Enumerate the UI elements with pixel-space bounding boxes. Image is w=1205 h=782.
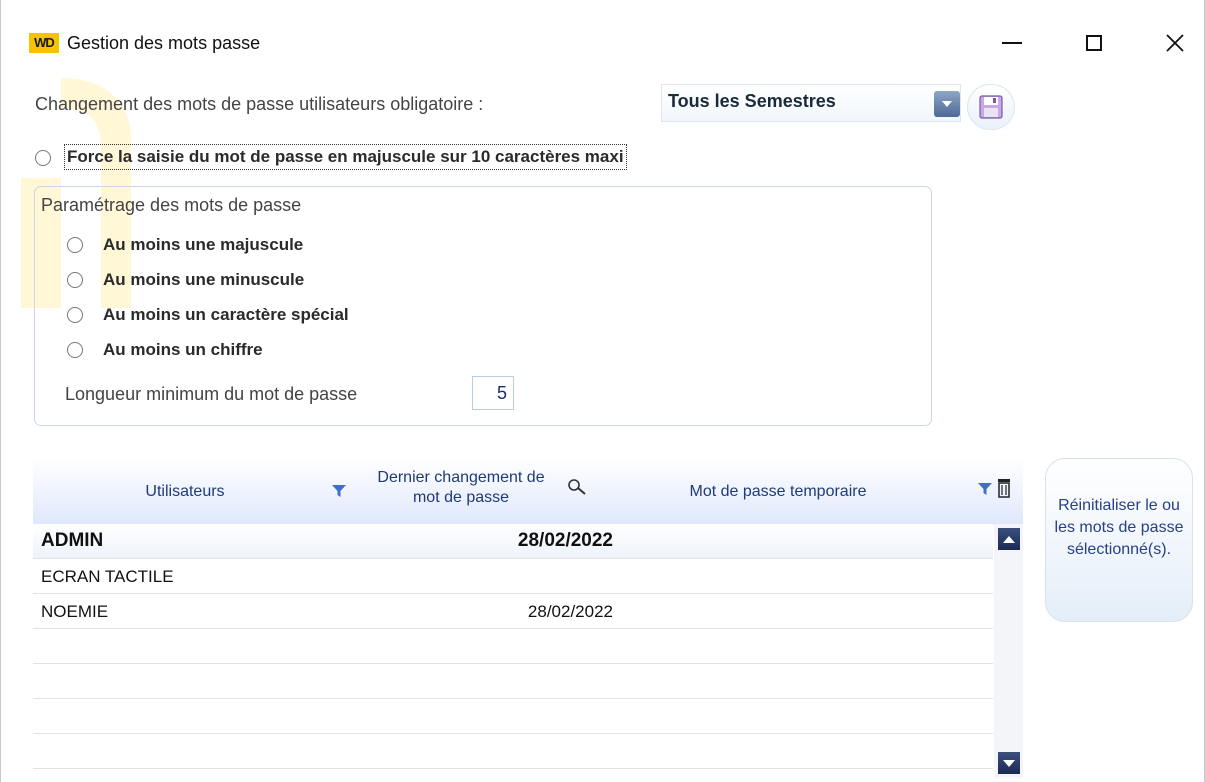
reset-passwords-button[interactable]: Réinitialiser le ou les mots de passe sé… (1045, 458, 1193, 622)
min-length-input[interactable]: 5 (472, 376, 514, 410)
scroll-up-icon[interactable] (998, 528, 1020, 550)
title-bar: WD Gestion des mots passe (1, 0, 1204, 84)
cell-user: NOEMIE (41, 602, 109, 621)
table-row[interactable]: ECRAN TACTILE (33, 559, 993, 594)
scroll-down-icon[interactable] (998, 752, 1020, 774)
column-temporary-password[interactable]: Mot de passe temporaire (653, 482, 903, 502)
maximize-icon (1086, 35, 1102, 51)
column-users[interactable]: Utilisateurs (135, 482, 235, 502)
table-row-empty[interactable] (33, 734, 993, 769)
maximize-button[interactable] (1071, 20, 1117, 66)
password-change-label: Changement des mots de passe utilisateur… (35, 94, 484, 114)
option-lowercase-label[interactable]: Au moins une minuscule (103, 270, 304, 290)
password-settings-title: Paramétrage des mots de passe (41, 195, 302, 215)
save-icon (979, 95, 1003, 119)
table-row-empty[interactable] (33, 664, 993, 699)
table-row[interactable]: NOEMIE 28/02/2022 (33, 594, 993, 629)
minimize-button[interactable] (989, 20, 1035, 66)
table-row-empty[interactable] (33, 629, 993, 664)
option-special-radio[interactable] (67, 307, 83, 323)
column-last-change[interactable]: Dernier changement de mot de passe (351, 468, 571, 508)
option-lowercase-radio[interactable] (67, 272, 83, 288)
table-header: Utilisateurs Dernier changement de mot d… (33, 458, 1023, 525)
search-icon[interactable] (567, 478, 587, 496)
close-icon (1166, 34, 1184, 52)
save-button[interactable] (967, 84, 1015, 130)
table-scrollbar[interactable] (994, 524, 1023, 778)
force-uppercase-label[interactable]: Force la saisie du mot de passe en majus… (64, 144, 627, 170)
column-last-change-line1: Dernier changement de (377, 469, 545, 486)
option-special-label[interactable]: Au moins un caractère spécial (103, 305, 349, 325)
chevron-down-icon[interactable] (934, 91, 960, 117)
option-digit-radio[interactable] (67, 342, 83, 358)
window: WD Gestion des mots passe Changement des… (0, 0, 1205, 782)
filter-icon[interactable] (977, 482, 993, 496)
wd-logo-icon: WD (29, 33, 59, 53)
force-uppercase-radio[interactable] (35, 150, 51, 166)
password-change-value: Tous les Semestres (668, 91, 836, 111)
reset-passwords-label: Réinitialiser le ou les mots de passe sé… (1054, 497, 1184, 558)
option-digit-label[interactable]: Au moins un chiffre (103, 340, 263, 360)
minimize-icon (1002, 42, 1022, 44)
users-table: Utilisateurs Dernier changement de mot d… (33, 458, 1023, 778)
table-row-empty[interactable] (33, 699, 993, 734)
min-length-label: Longueur minimum du mot de passe (65, 384, 358, 404)
option-uppercase-radio[interactable] (67, 237, 83, 253)
cell-user: ECRAN TACTILE (41, 567, 174, 586)
cell-user: ADMIN (41, 530, 104, 551)
option-uppercase-label[interactable]: Au moins une majuscule (103, 235, 303, 255)
window-title: Gestion des mots passe (67, 33, 261, 53)
table-row[interactable]: ADMIN 28/02/2022 (33, 524, 993, 559)
filter-icon[interactable] (331, 484, 347, 498)
cell-date: 28/02/2022 (517, 530, 613, 551)
delete-column-icon[interactable] (997, 478, 1011, 498)
cell-date: 28/02/2022 (527, 602, 613, 621)
password-change-combo[interactable]: Tous les Semestres (661, 84, 961, 122)
column-last-change-line2: mot de passe (412, 489, 510, 506)
close-button[interactable] (1152, 20, 1198, 66)
